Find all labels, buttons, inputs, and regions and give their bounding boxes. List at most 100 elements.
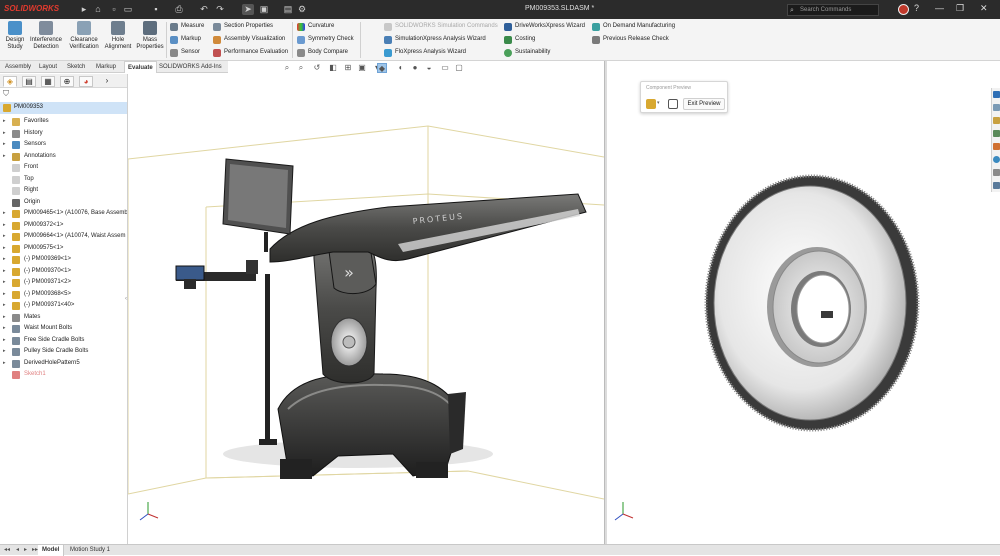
view-palette-icon[interactable] [993,130,1000,137]
toolbox-icon[interactable] [993,182,1000,189]
expand-arrow-icon[interactable]: ▸ [3,323,6,334]
tree-item-pm009371-40[interactable]: ▸ (-) PM009371<40> [0,300,127,311]
apply-scene-icon[interactable]: ◒ [424,63,434,73]
driveworksxpress-button[interactable]: DriveWorksXpress Wizard [504,21,585,32]
tree-item-pm009664[interactable]: ▸ PM009664<1> (A10074, Waist Assem [0,231,127,242]
markup-button[interactable]: Markup [170,34,201,45]
feature-manager-tab-icon[interactable]: ◈ [3,76,17,87]
tree-item-annotations[interactable]: ▸ Annotations [0,151,127,162]
redo-icon[interactable]: ↷ [214,4,226,15]
display-style-icon[interactable]: ◆ [377,63,387,73]
tree-root-assembly[interactable]: PM009353 [0,102,127,114]
appearances-icon[interactable] [993,143,1000,150]
tree-item-right-plane[interactable]: Right [0,185,127,196]
tree-item-pm009465[interactable]: ▸ PM009465<1> (A10076, Base Assembl [0,208,127,219]
graphics-area-left[interactable]: » PROTEUS [128,74,604,544]
symmetry-check-button[interactable]: Symmetry Check [297,34,354,45]
sustainability-button[interactable]: Sustainability [504,47,550,58]
mass-properties-button[interactable]: Mass Properties [133,21,167,51]
tree-item-pm009371-2[interactable]: ▸ (-) PM009371<2> [0,277,127,288]
performance-evaluation-button[interactable]: Performance Evaluation [213,47,288,58]
forum-icon[interactable] [993,169,1000,176]
simulationxpress-button[interactable]: SimulationXpress Analysis Wizard [384,34,486,45]
tree-item-favorites[interactable]: ▸ Favorites [0,116,127,127]
rebuild-icon[interactable]: ▣ [258,4,270,15]
preview-window-icon[interactable] [668,99,678,109]
zoom-to-fit-icon[interactable]: ⌕ [282,63,292,73]
tree-item-front-plane[interactable]: Front [0,162,127,173]
tree-item-sketch1[interactable]: Sketch1 [0,369,127,380]
expand-arrow-icon[interactable]: ▸ [3,254,6,265]
tab-assembly[interactable]: Assembly [2,61,34,73]
display-manager-tab-icon[interactable]: ◕ [79,76,93,87]
expand-arrow-icon[interactable]: ▸ [3,208,6,219]
dropdown-arrow-icon[interactable]: ▾ [657,100,660,106]
restore-icon[interactable]: ❐ [956,3,964,14]
tab-model[interactable]: Model [38,545,65,556]
tree-item-sensors[interactable]: ▸ Sensors [0,139,127,150]
select-cursor-icon[interactable]: ➤ [242,4,254,15]
next-tab-icon[interactable]: ▸ [24,546,27,553]
tab-sketch[interactable]: Sketch [64,61,88,73]
first-tab-icon[interactable]: ◂◂ [4,546,10,553]
tab-evaluate[interactable]: Evaluate [124,61,157,73]
dimxpert-tab-icon[interactable]: ⊕ [60,76,74,87]
save-icon[interactable]: ▪ [150,4,162,15]
gear-pulley-model[interactable] [607,61,1000,544]
simulation-commands-button[interactable]: SOLIDWORKS Simulation Commands [384,21,498,32]
expand-arrow-icon[interactable]: ▸ [3,151,6,162]
section-properties-button[interactable]: Section Properties [213,21,273,32]
collapse-panel-icon[interactable]: ‹ [125,296,127,302]
undo-icon[interactable]: ↶ [198,4,210,15]
property-manager-tab-icon[interactable]: ▤ [22,76,36,87]
tree-item-history[interactable]: ▸ History [0,128,127,139]
expand-arrow-icon[interactable]: ▸ [3,277,6,288]
search-commands-input[interactable]: ⌕ Search Commands [787,4,879,16]
filter-icon[interactable]: ⛉ [3,89,9,99]
solidworks-resources-icon[interactable] [993,91,1000,98]
costing-button[interactable]: Costing [504,34,535,45]
expand-arrow-icon[interactable]: ▸ [3,312,6,323]
dynamic-annotation-icon[interactable]: ⊞ [343,63,353,73]
hide-show-items-icon[interactable]: ◐ [396,63,406,73]
tree-item-derivedholepattern5[interactable]: ▸ DerivedHolePattern5 [0,358,127,369]
configuration-manager-tab-icon[interactable]: ▦ [41,76,55,87]
sensor-button[interactable]: Sensor [170,47,200,58]
expand-arrow-icon[interactable]: ▸ [3,231,6,242]
new-document-icon[interactable]: ▫ [108,4,120,15]
robot-assembly-model[interactable]: » PROTEUS [128,74,604,544]
interference-detection-button[interactable]: Interference Detection [27,21,65,51]
user-avatar[interactable] [898,4,909,15]
tree-item-waist-mount-bolts[interactable]: ▸ Waist Mount Bolts [0,323,127,334]
tree-item-origin[interactable]: Origin [0,197,127,208]
hole-alignment-button[interactable]: Hole Alignment [101,21,135,51]
tree-item-pm009370[interactable]: ▸ (-) PM009370<1> [0,266,127,277]
tree-item-pm009372[interactable]: ▸ PM009372<1> [0,220,127,231]
prev-tab-icon[interactable]: ◂ [16,546,19,553]
dropdown-arrow-icon[interactable]: ▸ [78,4,90,15]
file-properties-icon[interactable]: ▤ [282,4,294,15]
expand-arrow-icon[interactable]: ▸ [3,346,6,357]
expand-arrow-icon[interactable]: ▸ [3,335,6,346]
tree-item-pm009369[interactable]: ▸ (-) PM009369<1> [0,254,127,265]
edit-appearance-icon[interactable]: ● [410,63,420,73]
zoom-to-area-icon[interactable]: ⌕ [296,63,306,73]
curvature-button[interactable]: Curvature [297,21,334,32]
tree-item-top-plane[interactable]: Top [0,174,127,185]
tree-item-free-side-cradle-bolts[interactable]: ▸ Free Side Cradle Bolts [0,335,127,346]
tree-item-mates[interactable]: ▸ Mates [0,312,127,323]
expand-arrow-icon[interactable]: ▸ [3,128,6,139]
help-icon[interactable]: ? [914,3,919,13]
clearance-verification-button[interactable]: Clearance Verification [66,21,102,51]
graphics-area-right[interactable] [607,61,1000,544]
expand-arrow-icon[interactable]: ▸ [3,116,6,127]
tree-item-pm009575[interactable]: ▸ PM009575<1> [0,243,127,254]
expand-arrow-icon[interactable]: ▸ [3,300,6,311]
expand-arrow-icon[interactable]: ▸ [3,243,6,254]
tree-item-pulley-side-cradle-bolts[interactable]: ▸ Pulley Side Cradle Bolts [0,346,127,357]
design-library-icon[interactable] [993,104,1000,111]
exit-preview-button[interactable]: Exit Preview [683,98,725,110]
expand-arrow-icon[interactable]: ▸ [3,266,6,277]
tab-layout[interactable]: Layout [36,61,60,73]
tree-item-pm009368[interactable]: ▸ (-) PM009368<5> [0,289,127,300]
